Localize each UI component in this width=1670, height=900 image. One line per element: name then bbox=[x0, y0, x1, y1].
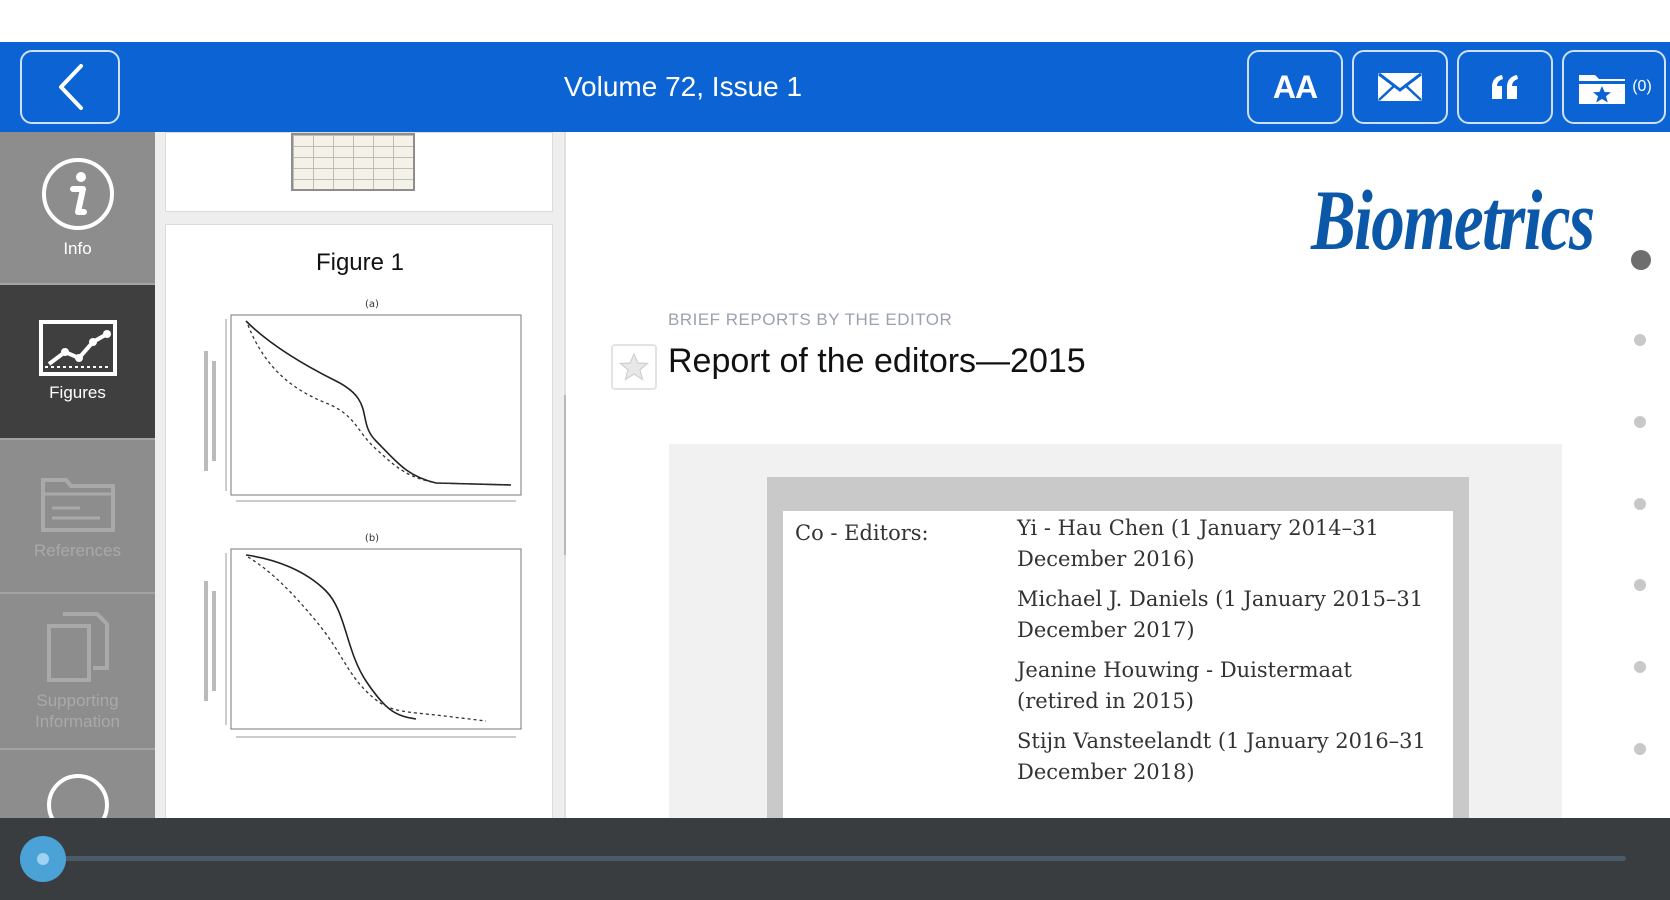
rail-item-label: References bbox=[34, 540, 121, 560]
figure-thumbnail: (a) (b) bbox=[204, 299, 522, 738]
page-image-border: Co - Editors: Yi - Hau Chen (1 January 2… bbox=[767, 477, 1469, 818]
quote-icon bbox=[1492, 75, 1518, 99]
page-image: Co - Editors: Yi - Hau Chen (1 January 2… bbox=[783, 511, 1453, 818]
rail-item-label: Supporting Information bbox=[34, 691, 121, 731]
table-thumbnail bbox=[291, 133, 415, 191]
pager-dot[interactable] bbox=[1634, 334, 1646, 346]
scrubber-track[interactable] bbox=[40, 856, 1626, 861]
info-icon bbox=[41, 158, 114, 230]
saved-count: (0) bbox=[1632, 78, 1652, 95]
co-editor-entry: Jeanine Houwing - Duistermaat (retired i… bbox=[1017, 658, 1352, 713]
pager-dot[interactable] bbox=[1634, 661, 1646, 673]
folder-star-icon bbox=[1579, 75, 1626, 104]
rail-item-label: Figures bbox=[49, 383, 106, 402]
top-toolbar: Volume 72, Issue 1 AA (0) bbox=[0, 42, 1670, 132]
page-title: Volume 72, Issue 1 bbox=[563, 71, 803, 102]
rail-item-supporting-information[interactable]: Supporting Information bbox=[0, 594, 155, 750]
rail-item-label: Info bbox=[63, 239, 92, 258]
pager-dot[interactable] bbox=[1634, 498, 1646, 510]
chart-icon bbox=[38, 320, 117, 376]
favorite-button[interactable] bbox=[611, 344, 657, 390]
font-size-icon: AA bbox=[1272, 68, 1318, 105]
font-size-button[interactable]: AA bbox=[1247, 50, 1343, 124]
rail-item-figures[interactable]: Figures bbox=[0, 285, 155, 440]
rail-item-info[interactable]: Info bbox=[0, 132, 155, 285]
envelope-icon bbox=[1378, 72, 1422, 101]
circle-icon bbox=[46, 774, 109, 818]
article-title: Report of the editors—2015 bbox=[668, 342, 1086, 380]
pager-dot[interactable] bbox=[1634, 579, 1646, 591]
figures-panel: Figure 1 (a) (b) bbox=[155, 132, 565, 818]
pager-dot-active[interactable] bbox=[1631, 250, 1651, 270]
section-rail: Info Figures References Supporting Infor… bbox=[0, 132, 155, 818]
status-strip bbox=[0, 0, 1670, 42]
article-view: Biometrics BRIEF REPORTS BY THE EDITOR R… bbox=[566, 132, 1626, 818]
table-thumbnail-card[interactable] bbox=[165, 132, 553, 212]
co-editor-entry: Michael J. Daniels (1 January 2015–31 De… bbox=[1017, 587, 1424, 642]
email-button[interactable] bbox=[1352, 50, 1448, 124]
co-editor-entry: Yi - Hau Chen (1 January 2014–31 Decembe… bbox=[1017, 516, 1379, 571]
saved-articles-button[interactable]: (0) bbox=[1562, 50, 1666, 124]
cite-button[interactable] bbox=[1457, 50, 1553, 124]
rail-item-more[interactable] bbox=[0, 750, 155, 818]
star-icon bbox=[619, 352, 649, 381]
rail-item-references[interactable]: References bbox=[0, 440, 155, 594]
panel-a-label: (a) bbox=[365, 299, 379, 310]
page-image-frame: Co - Editors: Yi - Hau Chen (1 January 2… bbox=[669, 444, 1562, 818]
documents-icon bbox=[46, 612, 109, 682]
figure-card[interactable]: Figure 1 (a) (b) bbox=[165, 224, 553, 818]
app-screen: Volume 72, Issue 1 AA (0) Info Figures R… bbox=[0, 0, 1670, 900]
pager-dot[interactable] bbox=[1634, 416, 1646, 428]
pager-dot[interactable] bbox=[1634, 743, 1646, 755]
folder-icon bbox=[40, 477, 115, 532]
co-editor-entry: Stijn Vansteelandt (1 January 2016–31 De… bbox=[1017, 729, 1426, 784]
scrubber-thumb[interactable] bbox=[20, 836, 66, 882]
figure-title: Figure 1 bbox=[315, 249, 405, 276]
article-section: BRIEF REPORTS BY THE EDITOR bbox=[668, 310, 953, 329]
journal-logo: Biometrics bbox=[1311, 172, 1595, 268]
panel-b-label: (b) bbox=[365, 533, 379, 544]
co-editors-label: Co - Editors: bbox=[795, 521, 929, 545]
page-scrubber-bar bbox=[0, 818, 1670, 900]
